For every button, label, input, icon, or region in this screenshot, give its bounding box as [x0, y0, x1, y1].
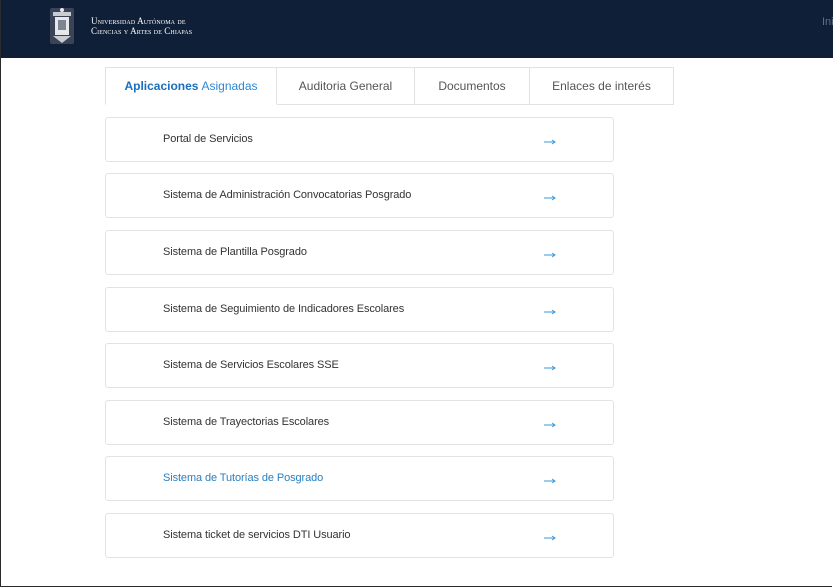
app-item-label: Sistema ticket de servicios DTI Usuario — [163, 529, 351, 541]
app-item-label: Sistema de Plantilla Posgrado — [163, 246, 307, 258]
app-item-servicios-escolares[interactable]: Sistema de Servicios Escolares SSE — [105, 343, 614, 388]
arrow-right-icon — [544, 195, 556, 201]
university-name[interactable]: Universidad Autónoma de Ciencias y Artes… — [91, 16, 192, 36]
tab-label-soft: Asignadas — [201, 79, 258, 93]
app-item-label: Portal de Servicios — [163, 133, 253, 145]
university-name-line2: Ciencias y Artes de Chiapas — [91, 26, 193, 36]
app-item-portal-de-servicios[interactable]: Portal de Servicios — [105, 117, 614, 162]
university-shield-logo[interactable] — [49, 6, 75, 46]
tab-enlaces-de-interes[interactable]: Enlaces de interés — [530, 67, 674, 105]
university-name-line1: Universidad Autónoma de — [91, 16, 186, 26]
arrow-right-icon — [544, 365, 556, 371]
arrow-right-icon — [544, 252, 556, 258]
app-item-tutorias-posgrado[interactable]: Sistema de Tutorías de Posgrado — [105, 456, 614, 501]
arrow-right-icon — [544, 535, 556, 541]
top-navbar: Universidad Autónoma de Ciencias y Artes… — [0, 0, 833, 58]
app-item-trayectorias-escolares[interactable]: Sistema de Trayectorias Escolares — [105, 400, 614, 445]
app-item-label: Sistema de Trayectorias Escolares — [163, 416, 330, 428]
app-item-administracion-convocatorias[interactable]: Sistema de Administración Convocatorias … — [105, 173, 614, 218]
app-item-ticket-servicios-dti[interactable]: Sistema ticket de servicios DTI Usuario — [105, 513, 614, 558]
tab-label-strong: Aplicaciones — [124, 79, 199, 93]
arrow-right-icon — [544, 478, 556, 484]
tab-aplicaciones-asignadas[interactable]: Aplicaciones Asignadas — [105, 67, 277, 105]
section-tabs: Aplicaciones Asignadas Auditoria General… — [105, 67, 674, 105]
app-item-plantilla-posgrado[interactable]: Sistema de Plantilla Posgrado — [105, 230, 614, 275]
app-item-seguimiento-indicadores[interactable]: Sistema de Seguimiento de Indicadores Es… — [105, 287, 614, 332]
app-item-label: Sistema de Tutorías de Posgrado — [163, 472, 324, 484]
app-item-label: Sistema de Servicios Escolares SSE — [163, 359, 339, 371]
app-item-label: Sistema de Seguimiento de Indicadores Es… — [163, 303, 405, 315]
arrow-right-icon — [544, 139, 556, 145]
arrow-right-icon — [544, 309, 556, 315]
arrow-right-icon — [544, 422, 556, 428]
nav-link-inicio[interactable]: Ini — [822, 16, 833, 28]
tab-documentos[interactable]: Documentos — [415, 67, 530, 105]
app-item-label: Sistema de Administración Convocatorias … — [163, 189, 412, 201]
tab-auditoria-general[interactable]: Auditoria General — [277, 67, 415, 105]
